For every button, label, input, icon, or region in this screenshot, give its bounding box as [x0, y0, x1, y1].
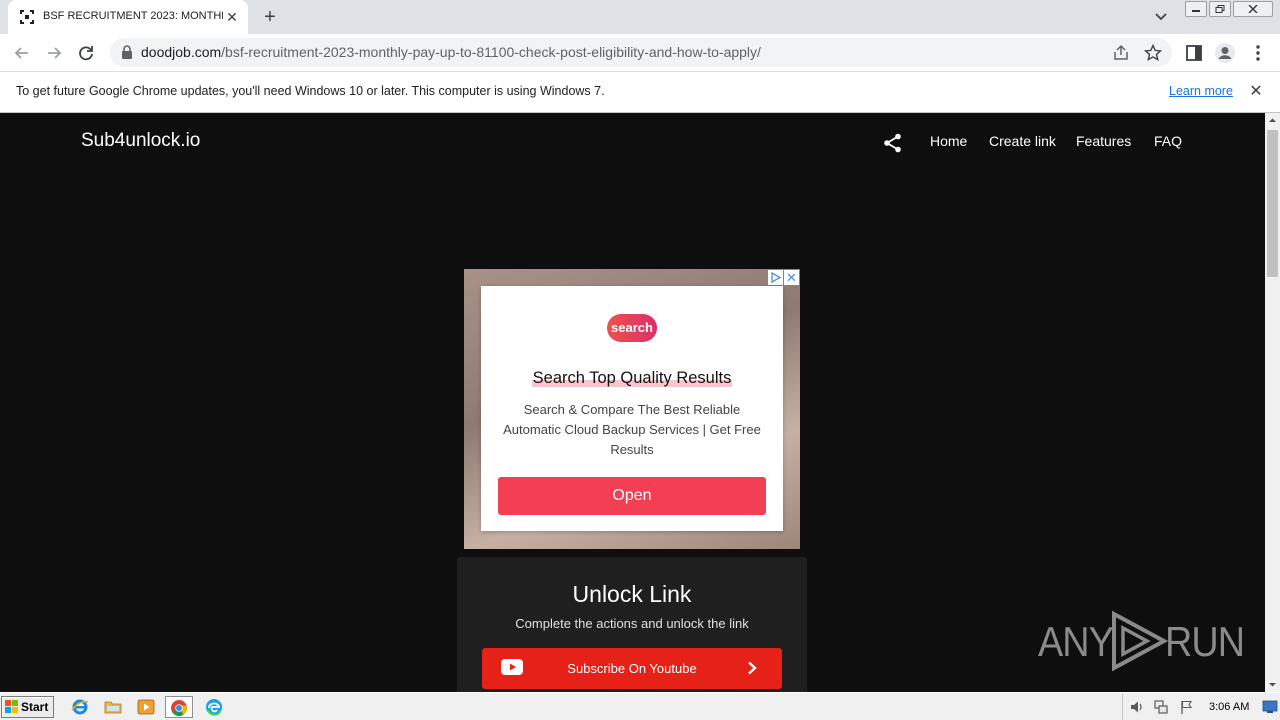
ad-title: Search Top Quality Results	[481, 369, 783, 388]
url-host: doodjob.com	[141, 44, 222, 60]
reload-icon[interactable]	[75, 42, 97, 64]
tab-strip: BSF RECRUITMENT 2023: MONTHLY PAY UP TO …	[0, 0, 1280, 34]
internet-explorer-icon	[71, 699, 89, 715]
ad-close-icon[interactable]: ✕	[784, 270, 799, 285]
taskbar-chrome[interactable]	[165, 696, 193, 718]
tab-title: BSF RECRUITMENT 2023: MONTHLY PAY UP TO …	[43, 10, 223, 22]
unlock-subtitle: Complete the actions and unlock the link	[515, 616, 749, 631]
side-panel-icon[interactable]	[1183, 42, 1205, 64]
window-restore-button[interactable]	[1209, 1, 1231, 17]
browser-toolbar: doodjob.com/bsf-recruitment-2023-monthly…	[0, 34, 1280, 71]
media-player-icon	[137, 699, 155, 715]
address-bar[interactable]: doodjob.com/bsf-recruitment-2023-monthly…	[110, 38, 1172, 67]
show-desktop-icon[interactable]	[1262, 700, 1278, 714]
ad-title-text: Search Top Quality Results	[531, 369, 733, 387]
subscribe-youtube-label: Subscribe On Youtube	[567, 661, 697, 676]
lock-icon[interactable]	[120, 45, 134, 60]
new-tab-button[interactable]: +	[258, 5, 282, 29]
tab-search-chevron-icon[interactable]	[1150, 7, 1172, 27]
unlock-title: Unlock Link	[572, 581, 692, 607]
infobar-close-button[interactable]: ✕	[1246, 82, 1266, 102]
share-nodes-icon[interactable]	[882, 132, 904, 154]
more-menu-icon[interactable]	[1247, 42, 1269, 64]
profile-avatar-icon[interactable]	[1214, 42, 1236, 64]
nav-features[interactable]: Features	[1076, 133, 1131, 149]
ad-description: Search & Compare The Best Reliable Autom…	[503, 402, 761, 457]
learn-more-link[interactable]: Learn more	[1169, 84, 1233, 98]
update-infobar: To get future Google Chrome updates, you…	[0, 71, 1280, 113]
scroll-up-arrow-icon[interactable]	[1265, 113, 1280, 128]
chevron-right-icon	[748, 661, 757, 675]
url-text[interactable]: doodjob.com/bsf-recruitment-2023-monthly…	[141, 44, 761, 60]
ad-card[interactable]: search Search Top Quality Results Search…	[481, 286, 783, 531]
nav-create-link[interactable]: Create link	[989, 133, 1056, 149]
infobar-message: To get future Google Chrome updates, you…	[16, 84, 605, 98]
windows-flag-icon	[5, 700, 18, 713]
unlock-card: Unlock Link Complete the actions and unl…	[457, 557, 807, 692]
anyrun-watermark: ANY RUN	[1038, 610, 1245, 676]
taskbar-edge[interactable]	[200, 696, 228, 718]
subscribe-youtube-button[interactable]: Subscribe On Youtube	[482, 648, 782, 689]
ad-open-button[interactable]: Open	[498, 477, 766, 515]
scroll-down-arrow-icon[interactable]	[1265, 677, 1280, 692]
folder-icon	[104, 701, 122, 714]
nav-faq[interactable]: FAQ	[1154, 133, 1182, 149]
site-favicon-icon	[20, 10, 34, 24]
adchoices-icon[interactable]	[768, 270, 783, 285]
url-path: /bsf-recruitment-2023-monthly-pay-up-to-…	[221, 44, 761, 60]
back-arrow-icon[interactable]	[11, 42, 33, 64]
taskbar-clock[interactable]: 3:06 AM	[1209, 701, 1249, 713]
tab-close-button[interactable]: ✕	[223, 8, 241, 26]
start-label: Start	[21, 700, 49, 714]
start-button[interactable]: Start	[1, 696, 54, 718]
window-minimize-button[interactable]	[1185, 1, 1207, 17]
volume-icon[interactable]	[1129, 699, 1145, 715]
site-brand[interactable]: Sub4unlock.io	[81, 130, 200, 152]
taskbar-ie[interactable]	[66, 696, 94, 718]
system-tray: 3:06 AM	[1122, 694, 1280, 720]
watermark-run-text: RUN	[1165, 618, 1245, 665]
taskbar-explorer[interactable]	[99, 696, 127, 718]
bookmark-star-icon[interactable]	[1144, 44, 1162, 62]
network-icon[interactable]	[1153, 699, 1169, 715]
scrollbar-thumb[interactable]	[1267, 130, 1278, 277]
windows-taskbar: Start 3:06 AM	[0, 692, 1280, 720]
advertisement[interactable]: ✕ search Search Top Quality Results Sear…	[464, 269, 800, 549]
browser-tab[interactable]: BSF RECRUITMENT 2023: MONTHLY PAY UP TO …	[8, 0, 248, 34]
action-center-flag-icon[interactable]	[1179, 699, 1195, 715]
watermark-any-text: ANY	[1038, 618, 1114, 665]
forward-arrow-icon[interactable]	[43, 42, 65, 64]
watermark-play-icon	[1112, 610, 1169, 672]
ad-logo-text: search	[611, 320, 653, 335]
edge-icon	[206, 699, 222, 716]
page-content: Sub4unlock.io Home Create link Features …	[0, 113, 1265, 692]
taskbar-media-player[interactable]	[132, 696, 160, 718]
ad-logo: search	[607, 314, 657, 342]
share-icon[interactable]	[1112, 44, 1130, 62]
page-scrollbar[interactable]	[1265, 113, 1280, 692]
chrome-icon	[171, 700, 188, 716]
nav-home[interactable]: Home	[930, 133, 967, 149]
window-close-button[interactable]	[1233, 1, 1273, 17]
